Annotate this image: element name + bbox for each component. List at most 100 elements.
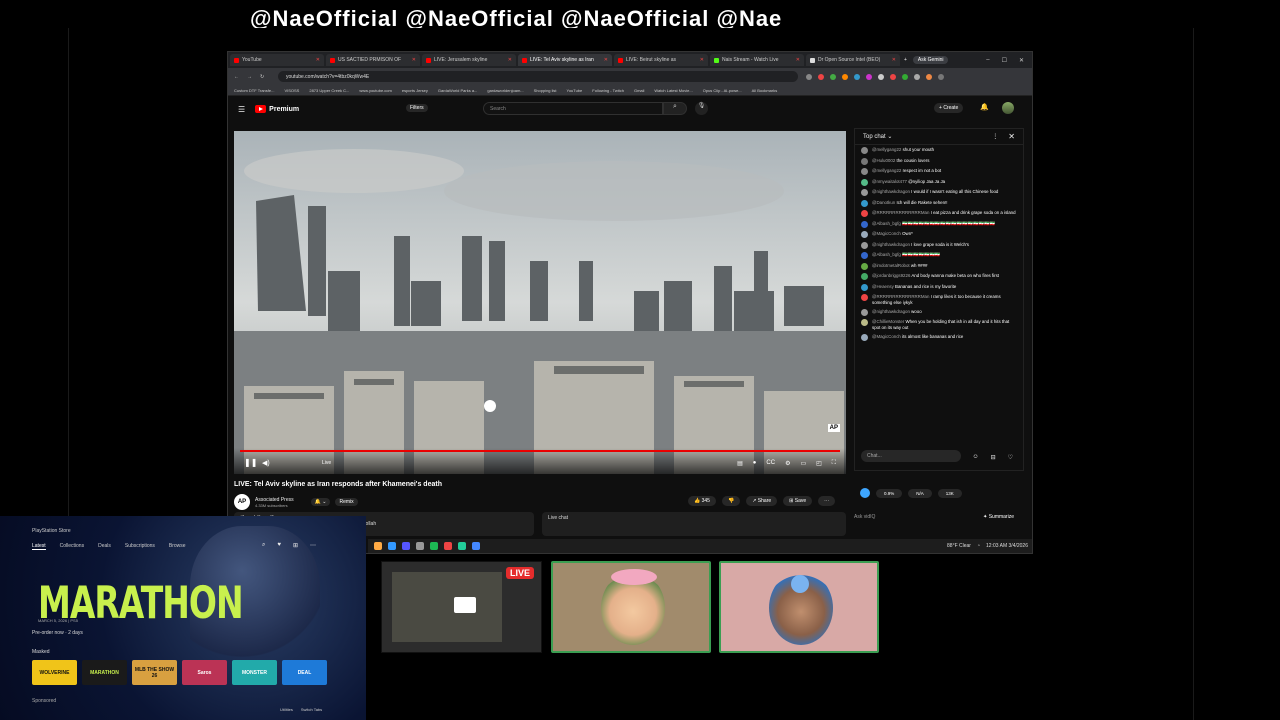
ask-gemini-button[interactable]: Ask Gemini [912, 56, 949, 64]
close-icon[interactable]: ✕ [700, 57, 704, 63]
close-icon[interactable]: ✕ [508, 57, 512, 63]
bookmark[interactable]: VISOSS [284, 88, 299, 93]
chat-username[interactable]: @mellygang22 [872, 147, 901, 152]
chat-avatar[interactable] [861, 294, 868, 301]
chat-input[interactable]: Chat... [861, 450, 961, 462]
game-tile[interactable]: MARATHON [82, 660, 127, 685]
browser-tab[interactable]: LIVE: Beirut skyline as ✕ [614, 54, 708, 66]
more-icon[interactable]: ⋯ [310, 542, 316, 549]
close-icon[interactable]: ✕ [604, 57, 608, 63]
chat-username[interactable]: @jordanbriggs9226 [872, 273, 910, 278]
ps-menu-browse[interactable]: Browse [169, 543, 186, 550]
close-icon[interactable]: ✕ [316, 57, 320, 63]
chat-avatar[interactable] [861, 210, 868, 217]
autoplay-icon[interactable]: ● [753, 460, 757, 467]
chat-avatar[interactable] [861, 231, 868, 238]
settings-icon[interactable]: ⚙ [785, 460, 790, 467]
more-icon[interactable]: ⋮ [992, 133, 998, 140]
fullscreen-icon[interactable]: ⛶ [832, 460, 836, 467]
notifications-icon[interactable]: 🔔 [980, 103, 989, 111]
like-button[interactable]: 👍 345 [688, 496, 716, 506]
miniplayer-icon[interactable]: ◰ [816, 460, 822, 467]
chat-username[interactable]: @ChillieMonster [872, 319, 904, 324]
chat-username[interactable]: @Danotkun [872, 200, 895, 205]
extension-icon[interactable] [818, 73, 824, 80]
close-icon[interactable]: ✕ [892, 57, 896, 63]
ps-menu-latest[interactable]: Latest [32, 543, 46, 550]
minimize-icon[interactable]: – [986, 57, 989, 64]
bookmark[interactable]: Custom DTF Transfe... [234, 88, 274, 93]
extension-icon[interactable] [902, 73, 908, 80]
cart-icon[interactable]: ⊞ [293, 542, 298, 549]
extension-icon[interactable] [806, 73, 812, 80]
camera-tile-1[interactable] [551, 561, 711, 653]
search-icon[interactable]: ⌕ [262, 542, 265, 549]
subscribed-bell-icon[interactable]: 🔔 ⌄ [310, 498, 331, 506]
chat-avatar[interactable] [861, 308, 868, 316]
bookmark[interactable]: gardaworldenjoam... [487, 88, 523, 93]
bookmark[interactable]: GardaWorld Parks a... [438, 88, 478, 93]
chat-username[interactable]: @mellygang22 [872, 168, 901, 173]
share-button[interactable]: ↗ Share [746, 496, 778, 506]
bookmark[interactable]: esports Jersey [402, 88, 428, 93]
clock[interactable]: 12:03 AM 3/4/2026 [986, 543, 1028, 549]
extension-icon[interactable] [926, 73, 932, 80]
bookmark[interactable]: YouTube [567, 88, 583, 93]
browser-tab-active[interactable]: LIVE: Tel Aviv skyline as Iran ✕ [518, 54, 612, 66]
extension-icon[interactable] [866, 73, 872, 80]
chat-username[interactable]: @Albash_bgfg [872, 252, 901, 257]
top-chat-dropdown[interactable]: Top chat ⌄ [863, 133, 892, 140]
menu-icon[interactable]: ☰ [238, 105, 245, 114]
summarize-button[interactable]: ✦ Summarize [983, 514, 1014, 520]
volume-icon[interactable]: ◀) [262, 459, 270, 467]
spotify-icon[interactable] [430, 542, 438, 550]
extension-icon[interactable] [878, 73, 884, 80]
weather[interactable]: 88°F Clear [947, 543, 971, 549]
bookmark[interactable]: www.youtube.com [359, 88, 391, 93]
mic-icon[interactable]: 🎙 [695, 102, 708, 115]
chat-avatar[interactable] [861, 220, 868, 228]
game-tile[interactable]: DEAL [282, 660, 327, 685]
chat-avatar[interactable] [861, 189, 868, 196]
camera-tile-2[interactable] [719, 561, 879, 653]
chat-username[interactable]: @RRRRRRRRRRRRRRMan [872, 294, 929, 299]
chat-username[interactable]: @nmywaitalot477 [872, 179, 907, 184]
url-field[interactable]: youtube.com/watch?v=4tbz0kqWw4E [278, 71, 798, 82]
browser-tab[interactable]: Nais Stream - Watch Live ✕ [710, 54, 804, 66]
chat-avatar[interactable] [861, 157, 868, 165]
bookmark[interactable]: Gmail [634, 88, 644, 93]
bookmark[interactable]: All Bookmarks [752, 88, 778, 93]
chat-username[interactable]: @imdotmetalRobot [872, 263, 910, 268]
ps-menu-deals[interactable]: Deals [98, 543, 111, 550]
avatar[interactable] [1002, 102, 1014, 114]
bookmark[interactable]: Watch Latest Movie... [654, 88, 692, 93]
close-icon[interactable]: ✕ [796, 57, 800, 63]
pause-icon[interactable]: ❚❚ [244, 458, 257, 467]
wishlist-icon[interactable]: ♥ [277, 542, 281, 549]
chat-username[interactable]: @nighthawkdragon [872, 309, 910, 314]
app-icon[interactable] [472, 542, 480, 550]
create-button[interactable]: + Create [934, 103, 964, 113]
chat-avatar[interactable] [861, 199, 868, 207]
browser-tab[interactable]: YouTube ✕ [230, 54, 324, 66]
search-icon[interactable]: ⌕ [663, 102, 687, 115]
folder-icon[interactable] [416, 542, 424, 550]
save-button[interactable]: ⊞ Save [783, 496, 813, 506]
extension-icon[interactable] [830, 73, 836, 80]
chat-username[interactable]: @RRRRRRRRRRRRRRMan [872, 210, 929, 215]
chat-avatar[interactable] [861, 262, 868, 270]
game-tile[interactable]: MLB THE SHOW 26 [132, 660, 177, 685]
browser-tab[interactable]: LIVE: Jerusalem skyline ✕ [422, 54, 516, 66]
close-icon[interactable]: ✕ [412, 57, 416, 63]
app-icon[interactable] [458, 542, 466, 550]
close-window-icon[interactable]: ✕ [1019, 57, 1024, 64]
browser-tab[interactable]: Dr Open Source Intel (BEO) ✕ [806, 54, 900, 66]
game-tile[interactable]: MONSTER [232, 660, 277, 685]
youtube-logo[interactable]: Premium [255, 105, 299, 113]
profile-icon[interactable] [938, 73, 944, 80]
bookmark[interactable]: 2873 Upper Creek C... [309, 88, 349, 93]
filters-button[interactable]: Filters [406, 104, 428, 112]
wifi-icon[interactable]: ◔ [977, 543, 980, 549]
ps-menu-subscriptions[interactable]: Subscriptions [125, 543, 155, 550]
browser-tab[interactable]: US SACTIED PRMISON OF ✕ [326, 54, 420, 66]
